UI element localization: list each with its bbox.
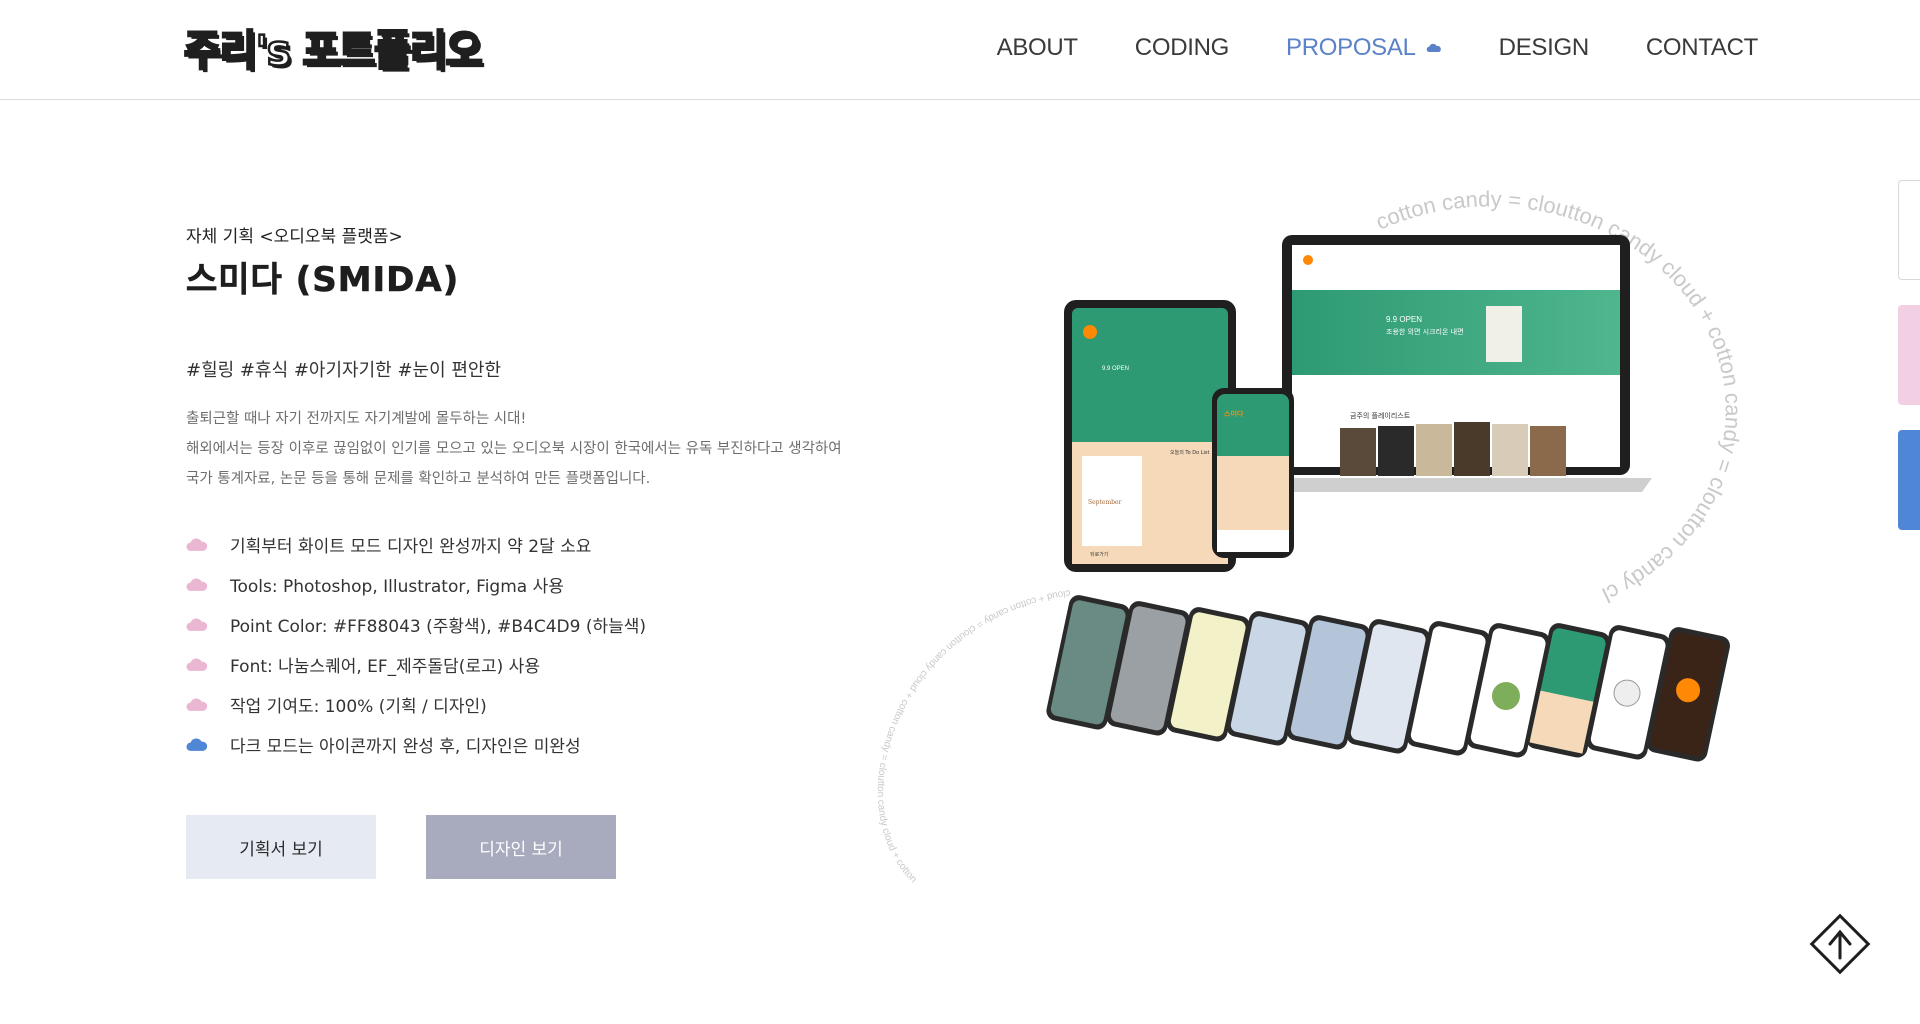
description-line: 해외에서는 등장 이후로 끊임없이 인기를 모으고 있는 오디오북 시장이 한국… — [186, 441, 842, 457]
laptop-playlist-label: 금주의 플레이리스트 — [1350, 411, 1411, 420]
nav-design[interactable]: DESIGN — [1499, 34, 1590, 62]
pink-cloud-icon — [186, 697, 208, 711]
feature-item: 기획부터 화이트 모드 디자인 완성까지 약 2달 소요 — [186, 524, 646, 564]
tablet-mockup: 9.9 OPEN September 오늘의 To Do List 뒤로가기 — [1064, 300, 1236, 572]
feature-item: Tools: Photoshop, Illustrator, Figma 사용 — [186, 564, 646, 604]
project-title: 스미다 (SMIDA) — [186, 260, 460, 301]
view-design-button[interactable]: 디자인 보기 — [426, 815, 616, 879]
project-tags: #힐링 #휴식 #아기자기한 #눈이 편안한 — [186, 360, 502, 381]
project-description: 출퇴근할 때나 자기 전까지도 자기계발에 몰두하는 시대! 해외에서는 등장 … — [186, 404, 842, 494]
site-header: 주리 's 포트폴리오 ABOUT CODING PROPOSAL DESIGN… — [0, 0, 1920, 100]
pink-cloud-icon — [186, 577, 208, 591]
ring-text-bottom: cloud + cotton candy = cloutton candy cl… — [875, 587, 1071, 885]
logo-main-text: 주리 — [183, 26, 258, 77]
back-to-top-icon[interactable] — [1808, 912, 1872, 976]
logo-tail-text: 's 포트폴리오 — [254, 26, 483, 77]
laptop-banner-line1: 9.9 OPEN — [1386, 315, 1422, 324]
feature-text: Point Color: #FF88043 (주황색), #B4C4D9 (하늘… — [230, 616, 647, 637]
feature-text: Tools: Photoshop, Illustrator, Figma 사용 — [230, 576, 564, 597]
phone-fan-mockups — [1046, 595, 1730, 762]
site-logo[interactable]: 주리 's 포트폴리오 — [183, 22, 484, 77]
view-proposal-button[interactable]: 기획서 보기 — [186, 815, 376, 879]
nav-proposal-label: PROPOSAL — [1286, 34, 1416, 61]
phone-front-mockup: 스미다 — [1212, 388, 1294, 558]
side-tab-blue[interactable] — [1898, 430, 1920, 530]
feature-item: Font: 나눔스퀘어, EF_제주돌담(로고) 사용 — [186, 644, 646, 684]
nav-contact[interactable]: CONTACT — [1646, 34, 1758, 62]
side-tab-pink[interactable] — [1898, 305, 1920, 405]
feature-list: 기획부터 화이트 모드 디자인 완성까지 약 2달 소요 Tools: Phot… — [186, 524, 646, 764]
nav-coding[interactable]: CODING — [1135, 34, 1230, 62]
project-subtitle: 자체 기획 <오디오북 플랫폼> — [186, 227, 403, 247]
pink-cloud-icon — [186, 657, 208, 671]
pink-cloud-icon — [186, 537, 208, 551]
side-tab-white[interactable] — [1898, 180, 1920, 280]
feature-text: 기획부터 화이트 모드 디자인 완성까지 약 2달 소요 — [230, 536, 592, 557]
active-cloud-icon — [1426, 43, 1441, 52]
blue-cloud-icon — [186, 737, 208, 751]
tablet-banner-line1: 9.9 OPEN — [1102, 366, 1129, 372]
nav-about[interactable]: ABOUT — [997, 34, 1078, 62]
pink-cloud-icon — [186, 617, 208, 631]
tablet-month: September — [1088, 499, 1122, 506]
phone-logo: 스미다 — [1224, 409, 1244, 418]
nav-proposal[interactable]: PROPOSAL — [1286, 34, 1442, 62]
tablet-todo: 오늘의 To Do List — [1170, 449, 1210, 456]
laptop-mockup: 9.9 OPEN 조용한 외면 시크리온 내면 금주의 플레이리스트 — [1260, 235, 1652, 492]
description-line: 국가 통계자료, 논문 등을 통해 문제를 확인하고 분석하여 만든 플랫폼입니… — [186, 471, 651, 487]
feature-item: Point Color: #FF88043 (주황색), #B4C4D9 (하늘… — [186, 604, 646, 644]
description-line: 출퇴근할 때나 자기 전까지도 자기계발에 몰두하는 시대! — [186, 411, 527, 427]
feature-item: 작업 기여도: 100% (기획 / 디자인) — [186, 684, 646, 724]
feature-text: Font: 나눔스퀘어, EF_제주돌담(로고) 사용 — [230, 656, 540, 677]
mockup-illustration: cotton candy = cloutton candy cloud + co… — [834, 140, 1746, 885]
feature-text: 작업 기여도: 100% (기획 / 디자인) — [230, 696, 487, 717]
feature-text: 다크 모드는 아이콘까지 완성 후, 디자인은 미완성 — [230, 736, 581, 757]
device-mockup-showcase: cotton candy = cloutton candy cloud + co… — [834, 140, 1820, 960]
laptop-banner-line2: 조용한 외면 시크리온 내면 — [1386, 327, 1464, 336]
main-nav: ABOUT CODING PROPOSAL DESIGN CONTACT — [940, 34, 1759, 62]
tablet-back: 뒤로가기 — [1090, 551, 1108, 558]
feature-item: 다크 모드는 아이콘까지 완성 후, 디자인은 미완성 — [186, 724, 646, 764]
